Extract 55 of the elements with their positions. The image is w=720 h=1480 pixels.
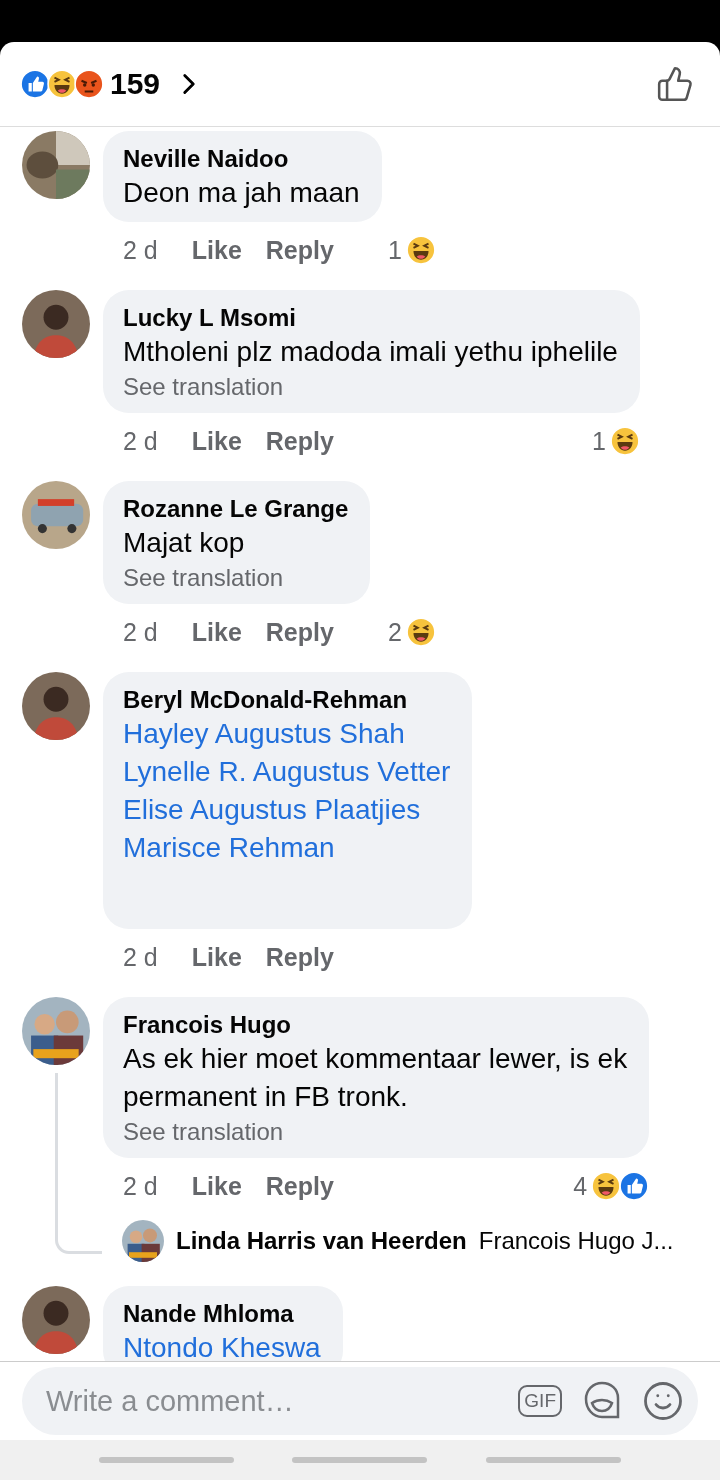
tagged-name-link[interactable]: Elise Augustus Plaatjies	[123, 791, 451, 829]
commenter-name[interactable]: Beryl McDonald-Rehman	[123, 685, 451, 715]
like-link[interactable]: Like	[191, 942, 242, 972]
commenter-name[interactable]: Neville Naidoo	[123, 144, 360, 174]
comment-time: 2 d	[123, 235, 158, 265]
tagged-name-link[interactable]: Lynelle R. Augustus Vetter	[123, 753, 451, 791]
commenter-name[interactable]: Nande Mhloma	[123, 1299, 321, 1329]
reply-link[interactable]: Reply	[265, 942, 334, 972]
reply-text: Francois Hugo J...	[478, 1227, 674, 1255]
like-link[interactable]: Like	[191, 1171, 242, 1201]
reaction-count[interactable]: 2	[387, 617, 402, 647]
gif-button[interactable]: GIF	[518, 1385, 562, 1417]
reply-link[interactable]: Reply	[265, 426, 334, 456]
nav-handle[interactable]	[292, 1457, 428, 1463]
commenter-name[interactable]: Francois Hugo	[123, 1010, 628, 1040]
comment-text: Mtholeni plz madoda imali yethu iphelile	[123, 335, 618, 369]
nav-handle[interactable]	[99, 1457, 235, 1463]
reaction-count[interactable]: 1	[387, 235, 402, 265]
nav-handle[interactable]	[485, 1457, 621, 1463]
laughing-reaction-icon	[609, 426, 640, 456]
comment-text: Deon ma jah maan	[123, 176, 360, 210]
tagged-name-link[interactable]: Ntondo Kheswa	[123, 1329, 321, 1361]
reaction-count[interactable]: 1	[592, 426, 606, 456]
comment-time: 2 d	[123, 1171, 158, 1201]
comment-field[interactable]: Write a comment… GIF	[22, 1367, 698, 1435]
thumbs-up-icon[interactable]	[656, 65, 694, 103]
see-translation-link[interactable]: See translation	[123, 562, 349, 594]
reply-link[interactable]: Reply	[265, 1171, 334, 1201]
comment-text: As ek hier moet kommentaar lewer, is ek permanent in FB tronk.	[123, 1042, 628, 1114]
commenter-name[interactable]: Lucky L Msomi	[123, 303, 618, 333]
like-link[interactable]: Like	[191, 235, 242, 265]
comment-time: 2 d	[123, 617, 158, 647]
laughing-reaction-icon	[405, 235, 436, 265]
commenter-name[interactable]: Rozanne Le Grange	[123, 494, 349, 524]
angry-reaction-icon	[74, 69, 104, 99]
reply-link[interactable]: Reply	[265, 235, 334, 265]
see-translation-link[interactable]: See translation	[123, 1116, 628, 1148]
like-link[interactable]: Like	[191, 617, 242, 647]
like-link[interactable]: Like	[191, 426, 242, 456]
comment-time: 2 d	[123, 426, 158, 456]
like-reaction-icon	[20, 69, 50, 99]
emoji-icon[interactable]	[642, 1380, 684, 1422]
laughing-reaction-icon	[405, 617, 436, 647]
reaction-count[interactable]: 159	[110, 67, 161, 101]
like-reaction-icon	[619, 1171, 650, 1201]
reaction-count[interactable]: 4	[573, 1171, 588, 1201]
reply-link[interactable]: Reply	[265, 617, 334, 647]
comment-text: Majat kop	[123, 526, 246, 560]
reply-author[interactable]: Linda Harris van Heerden	[176, 1227, 467, 1255]
tagged-name-link[interactable]: Marisce Rehman	[123, 829, 451, 867]
laughing-reaction-icon	[47, 69, 77, 99]
see-translation-link[interactable]: See translation	[123, 371, 618, 403]
laughing-reaction-icon	[591, 1171, 622, 1201]
comment-time: 2 d	[123, 942, 158, 972]
tagged-name-link[interactable]: Hayley Augustus Shah	[123, 715, 451, 753]
